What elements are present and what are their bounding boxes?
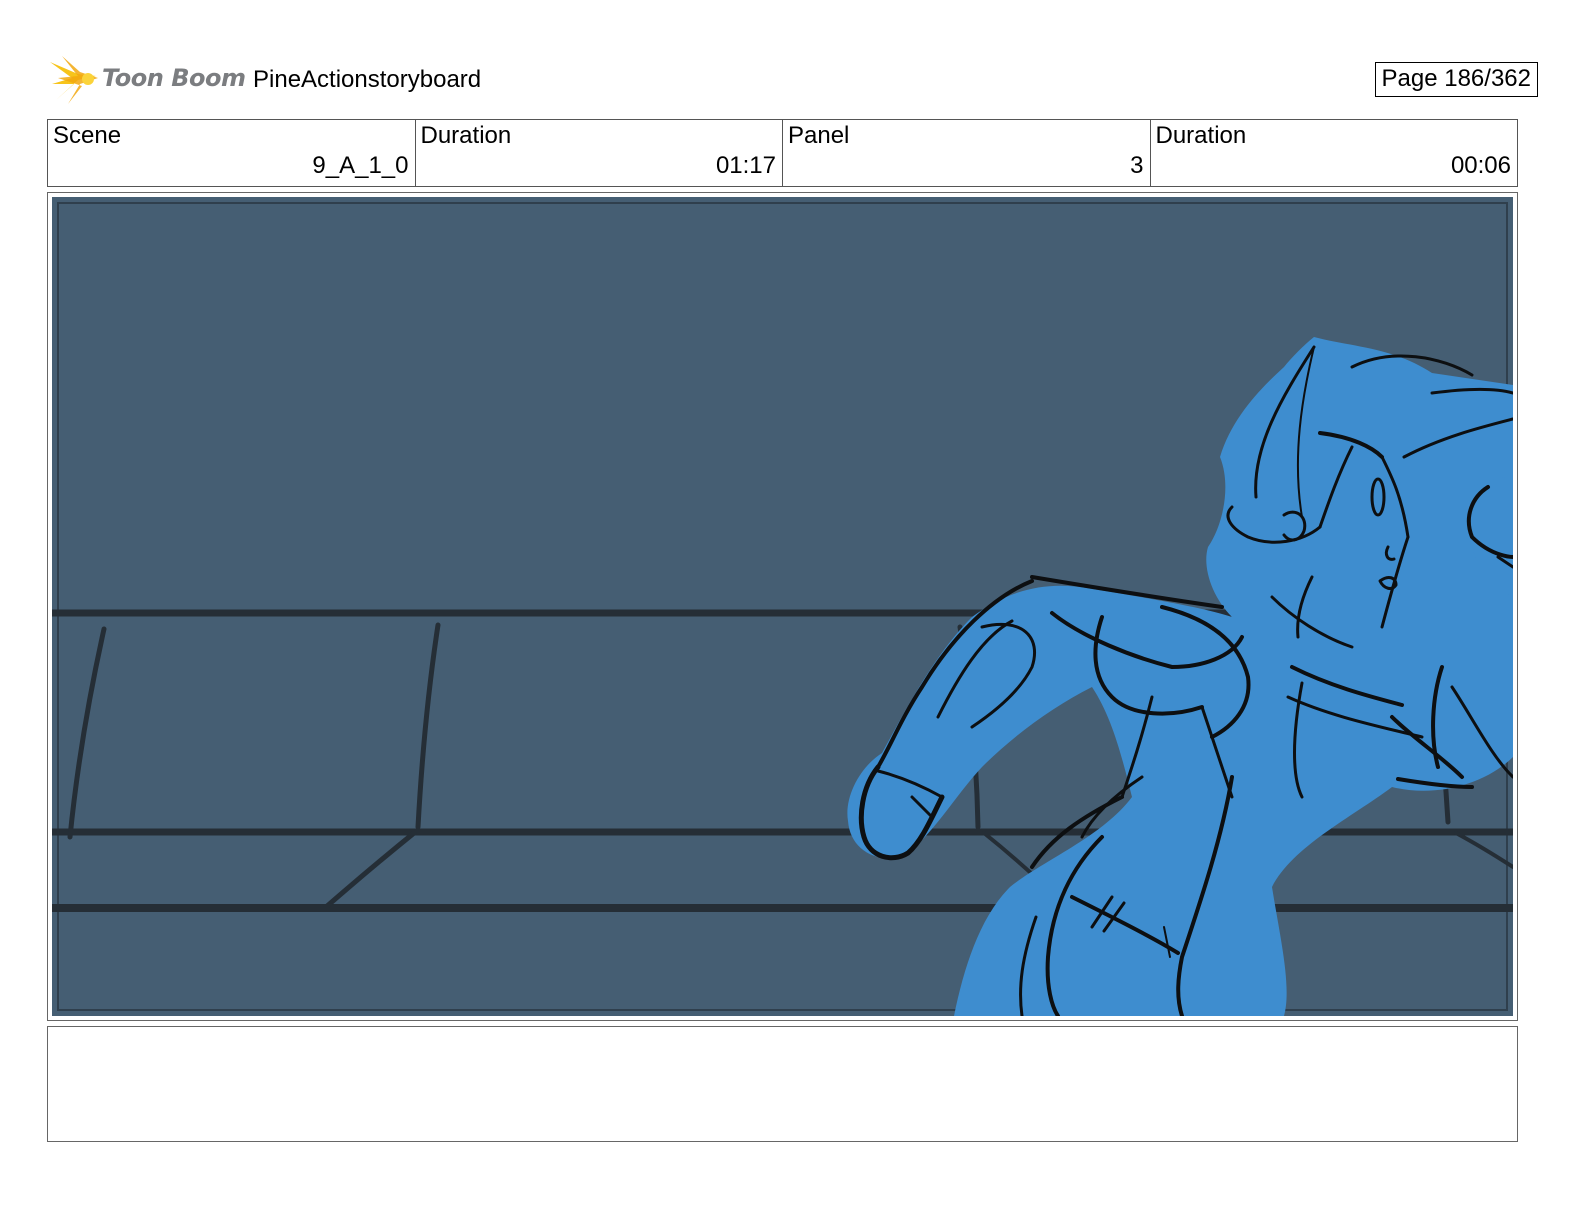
panel-duration-cell: Duration 00:06 xyxy=(1151,120,1518,186)
starburst-icon xyxy=(50,56,98,104)
project-title: PineActionstoryboard xyxy=(253,66,482,93)
storyboard-panel-frame xyxy=(47,192,1518,1021)
panel-value: 3 xyxy=(1130,152,1144,179)
scene-info-table: Scene 9_A_1_0 Duration 01:17 Panel 3 Dur… xyxy=(47,119,1518,187)
scene-cell: Scene 9_A_1_0 xyxy=(48,120,416,186)
scene-duration-cell: Duration 01:17 xyxy=(416,120,783,186)
character-sketch xyxy=(847,337,1513,1016)
panel-notes-box xyxy=(47,1026,1518,1142)
toon-boom-logo: Toon Boom xyxy=(48,54,248,106)
panel-duration-label: Duration xyxy=(1155,122,1247,149)
panel-cell: Panel 3 xyxy=(783,120,1151,186)
page-header: Toon Boom PineActionstoryboard Page 186/… xyxy=(48,50,1538,110)
panel-label: Panel xyxy=(788,122,850,149)
logo-text: Toon Boom xyxy=(102,64,246,92)
scene-value: 9_A_1_0 xyxy=(312,152,409,179)
scene-duration-value: 01:17 xyxy=(715,152,776,179)
storyboard-panel-image xyxy=(52,197,1513,1016)
scene-label: Scene xyxy=(53,122,122,149)
scene-duration-label: Duration xyxy=(420,122,512,149)
panel-sketch xyxy=(52,202,1513,1016)
panel-duration-value: 00:06 xyxy=(1450,152,1511,179)
page-number: Page 186/362 xyxy=(1374,62,1538,97)
